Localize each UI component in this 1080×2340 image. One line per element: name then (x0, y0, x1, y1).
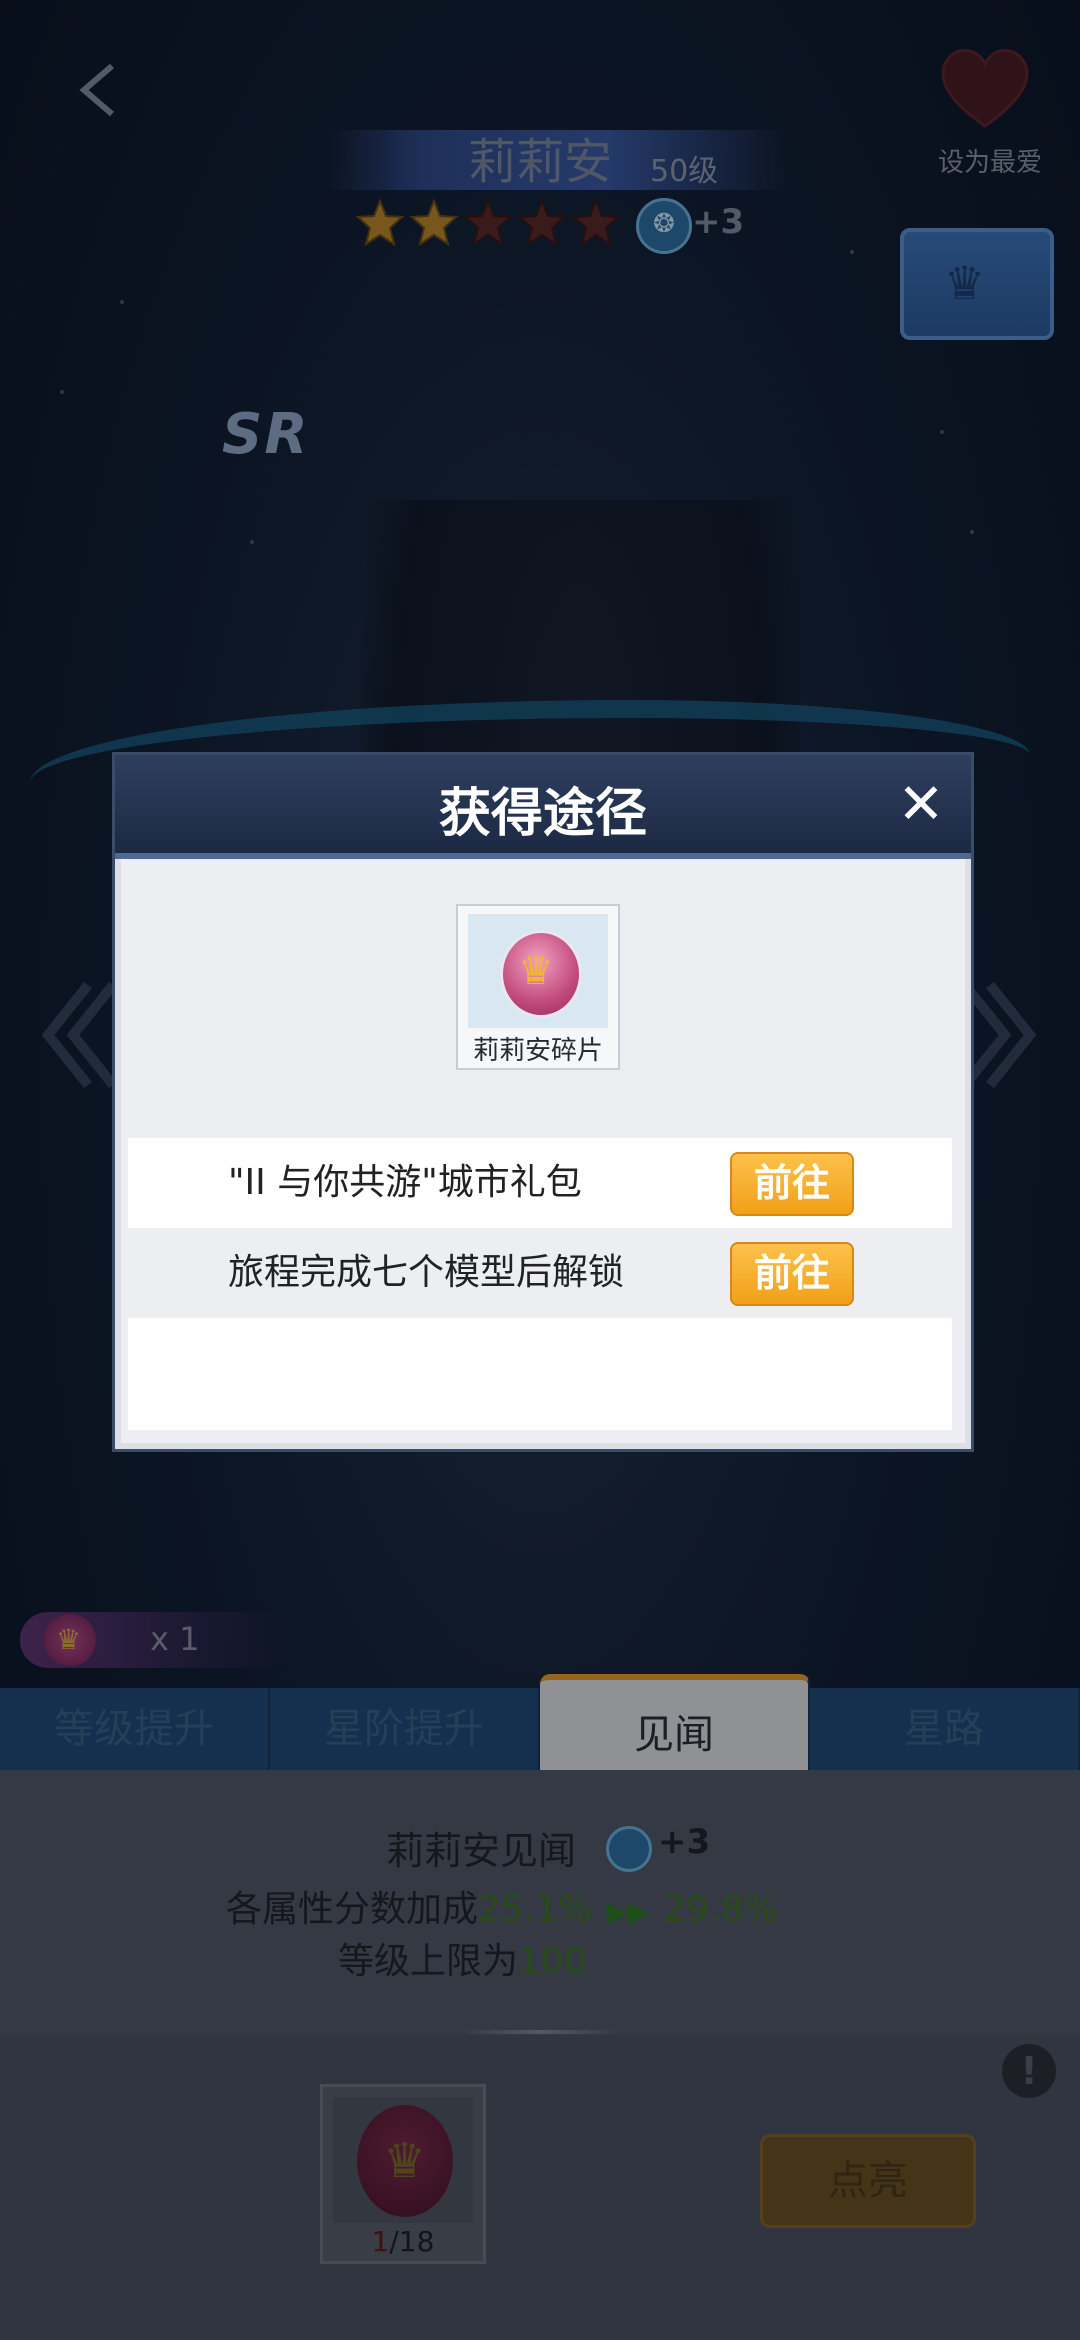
close-icon[interactable]: ✕ (891, 775, 951, 835)
fragment-coin-icon: ♛ (500, 930, 582, 1018)
route-empty-row (128, 1318, 952, 1430)
fragment-name: 莉莉安碎片 (472, 1036, 603, 1066)
modal-title: 获得途径 (438, 784, 647, 844)
modal-header: 获得途径 ✕ (115, 755, 971, 859)
route-label: 旅程完成七个模型后解锁 (228, 1252, 625, 1293)
route-label: "II 与你共游"城市礼包 (228, 1162, 582, 1203)
fragment-item-card: ♛ 莉莉安碎片 (456, 904, 620, 1070)
route-row: 旅程完成七个模型后解锁 前往 (128, 1228, 952, 1318)
route-row: "II 与你共游"城市礼包 前往 (128, 1138, 952, 1228)
go-button[interactable]: 前往 (730, 1152, 854, 1216)
fragment-item-bg: ♛ (468, 914, 608, 1028)
go-button[interactable]: 前往 (730, 1242, 854, 1306)
